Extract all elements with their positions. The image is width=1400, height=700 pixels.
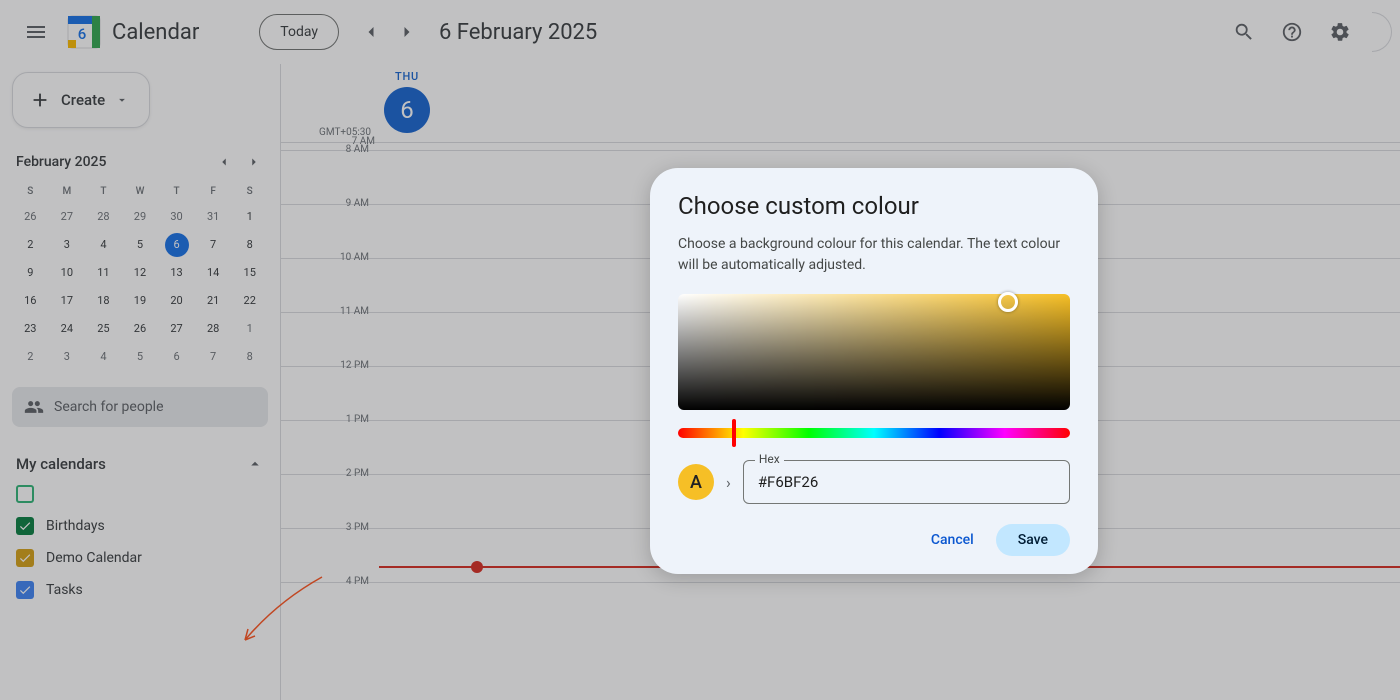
chevron-right-icon: › (726, 473, 731, 492)
modal-title: Choose custom colour (678, 192, 1070, 220)
saturation-thumb[interactable] (998, 292, 1018, 312)
save-button[interactable]: Save (996, 524, 1070, 556)
colour-preview-chip: A (678, 464, 714, 500)
saturation-picker[interactable] (678, 294, 1070, 410)
modal-description: Choose a background colour for this cale… (678, 234, 1070, 276)
hex-field: Hex (743, 460, 1070, 504)
hue-slider[interactable] (678, 428, 1070, 438)
hue-thumb[interactable] (732, 419, 736, 447)
cancel-button[interactable]: Cancel (917, 524, 988, 556)
hex-input[interactable] (743, 460, 1070, 504)
hex-label: Hex (755, 452, 784, 466)
custom-colour-modal: Choose custom colour Choose a background… (650, 168, 1098, 574)
